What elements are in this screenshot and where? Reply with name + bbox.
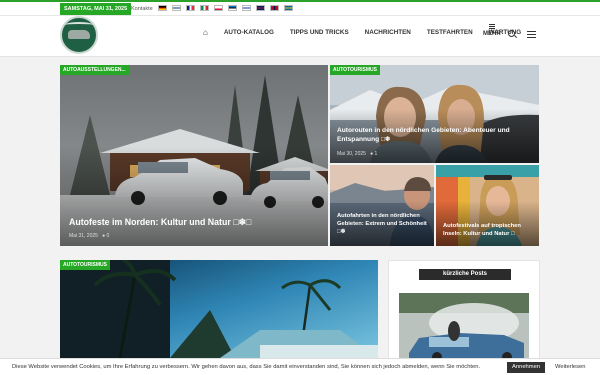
search-icon[interactable]	[508, 30, 515, 37]
contact-link[interactable]: Kontakte	[131, 3, 153, 15]
recent-post-image	[399, 293, 529, 361]
cookie-read-more-link[interactable]: Weiterlesen	[555, 364, 586, 370]
nav-item-testfahrten[interactable]: TESTFAHRTEN	[427, 29, 473, 36]
site-header: ⌂ AUTO-KATALOG TIPPS UND TRICKS NACHRICH…	[0, 16, 600, 57]
il-flag[interactable]	[242, 5, 251, 11]
it-flag[interactable]	[200, 5, 209, 11]
article-title[interactable]: Autofahrten in den nördlichen Gebieten: …	[337, 213, 432, 236]
widget-title: kürzliche Posts	[419, 269, 511, 280]
article-title[interactable]: Autorouten in den nördlichen Gebieten: A…	[337, 127, 537, 145]
no-flag[interactable]	[270, 5, 279, 11]
image-overlay	[60, 146, 328, 246]
more-menu-button[interactable]: MEHR	[483, 24, 501, 37]
category-badge[interactable]: AUTOTOURISMUS	[330, 65, 380, 75]
recent-posts-widget: kürzliche Posts	[388, 260, 540, 361]
language-flags	[158, 5, 293, 11]
menu-icon[interactable]	[527, 31, 536, 38]
category-badge[interactable]: AUTOAUSSTELLUNGEN...	[60, 65, 129, 75]
article-title[interactable]: Autofestivals auf tropischen Inseln: Kul…	[443, 223, 537, 239]
date-badge: SAMSTAG, MAI 31, 2025	[60, 3, 132, 15]
article-date: Mai 30, 2025	[337, 151, 366, 157]
top-bar: SAMSTAG, MAI 31, 2025 Kontakte	[0, 0, 600, 16]
nav-item-nachrichten[interactable]: NACHRICHTEN	[365, 29, 411, 36]
article-bottom-image	[60, 260, 378, 358]
gb-flag[interactable]	[256, 5, 265, 11]
comment-icon: ●	[102, 233, 106, 239]
article-small-left[interactable]: Autofahrten in den nördlichen Gebieten: …	[330, 165, 434, 246]
article-meta: Mai 30, 2025 ● 1	[337, 151, 377, 157]
cookie-text: Diese Website verwendet Cookies, um Ihre…	[12, 364, 481, 370]
nav-item-auto-katalog[interactable]: AUTO-KATALOG	[224, 29, 274, 36]
home-icon[interactable]: ⌂	[203, 28, 208, 37]
comment-count: 1	[374, 151, 378, 157]
nav-item-tipps-und-tricks[interactable]: TIPPS UND TRICKS	[290, 29, 349, 36]
ee-flag[interactable]	[228, 5, 237, 11]
more-label: MEHR	[483, 31, 501, 37]
de-flag[interactable]	[158, 5, 167, 11]
article-small-right[interactable]: Autofestivals auf tropischen Inseln: Kul…	[436, 165, 539, 246]
article-meta: Mai 31, 2025 ● 0	[69, 233, 109, 239]
featured-article-top-right[interactable]: AUTOTOURISMUS Autorouten in den nördlich…	[330, 65, 539, 163]
site-logo[interactable]	[60, 16, 98, 54]
fr-flag[interactable]	[186, 5, 195, 11]
article-date: Mai 31, 2025	[69, 233, 98, 239]
se-flag[interactable]	[284, 5, 293, 11]
category-badge[interactable]: AUTOTOURISMUS	[60, 260, 110, 270]
featured-article-main[interactable]: AUTOAUSSTELLUNGEN... Autofeste im Norden…	[60, 65, 328, 246]
cookie-accept-button[interactable]: Annehmen	[507, 362, 546, 373]
article-title[interactable]: Autofeste im Norden: Kultur und Natur □❄…	[69, 217, 324, 229]
recent-post-thumbnail[interactable]	[399, 293, 529, 361]
cookie-banner: Diese Website verwendet Cookies, um Ihre…	[0, 358, 600, 375]
article-bottom[interactable]: AUTOTOURISMUS	[60, 260, 378, 358]
comment-count: 0	[106, 233, 110, 239]
comment-icon: ●	[370, 151, 374, 157]
fi-flag[interactable]	[172, 5, 181, 11]
hamburger-icon	[488, 24, 495, 29]
pl-flag[interactable]	[214, 5, 223, 11]
